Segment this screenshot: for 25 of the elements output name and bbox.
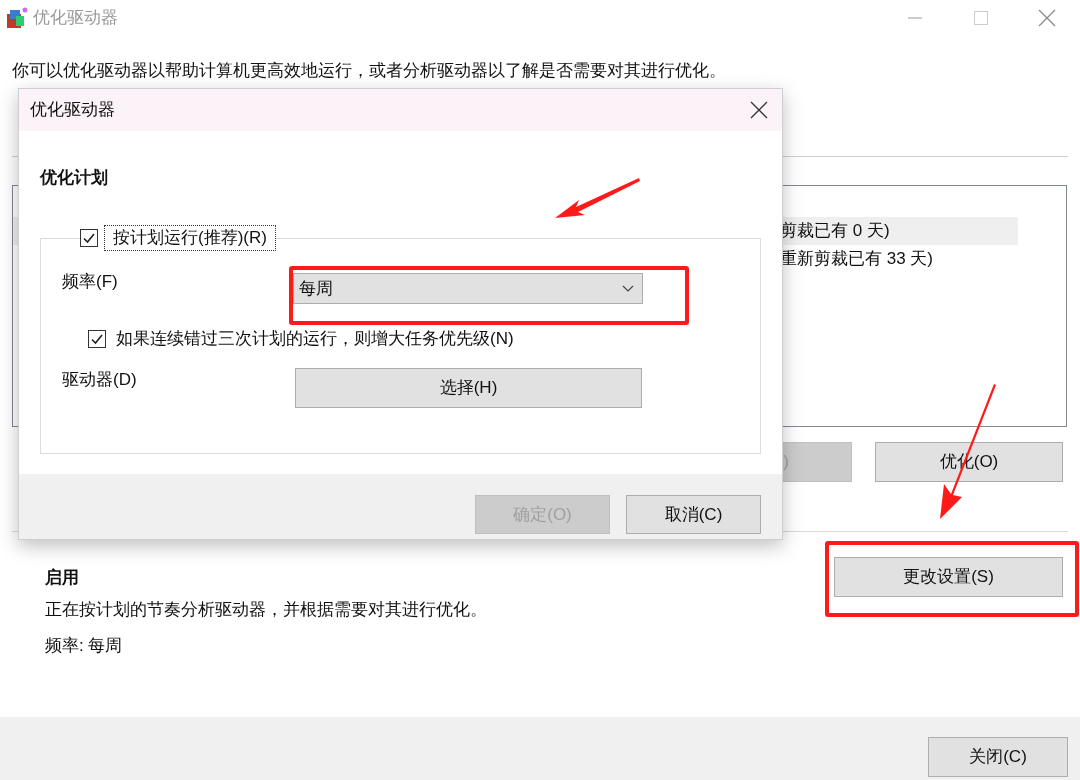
dialog-heading: 优化计划 — [40, 167, 109, 189]
description: 你可以优化驱动器以帮助计算机更高效地运行，或者分析驱动器以了解是否需要对其进行优化。 — [12, 60, 727, 82]
drives-label: 驱动器(D) — [62, 369, 138, 391]
dropdown-value: 每周 — [299, 277, 333, 300]
chevron-down-icon — [622, 284, 634, 293]
checkbox-label[interactable]: 按计划运行(推荐)(R) — [104, 225, 276, 251]
frequency-dropdown[interactable]: 每周 — [293, 273, 643, 304]
maximize-icon — [973, 9, 989, 26]
window-title: 优化驱动器 — [33, 6, 118, 29]
frequency-label: 频率(F) — [62, 271, 119, 293]
minimize-icon — [907, 16, 923, 19]
button[interactable]: 选择(H) — [295, 368, 642, 408]
button[interactable]: 更改设置(S) — [834, 557, 1063, 597]
close-icon — [1038, 8, 1056, 27]
checkbox[interactable] — [80, 229, 98, 247]
schedule-status: 启用 — [45, 567, 80, 589]
button[interactable]: 取消(C) — [626, 495, 761, 534]
checkbox[interactable] — [88, 330, 106, 348]
close-icon — [750, 101, 768, 119]
app-icon — [5, 5, 29, 30]
button[interactable]: 关闭(C) — [928, 737, 1068, 777]
dialog-title: 优化驱动器 — [30, 99, 115, 122]
checkbox-label[interactable]: 如果连续错过三次计划的运行，则增大任务优先级(N) — [116, 327, 514, 351]
schedule-description: 正在按计划的节奏分析驱动器，并根据需要对其进行优化。 — [45, 599, 487, 621]
schedule-frequency: 频率: 每周 — [45, 635, 124, 657]
